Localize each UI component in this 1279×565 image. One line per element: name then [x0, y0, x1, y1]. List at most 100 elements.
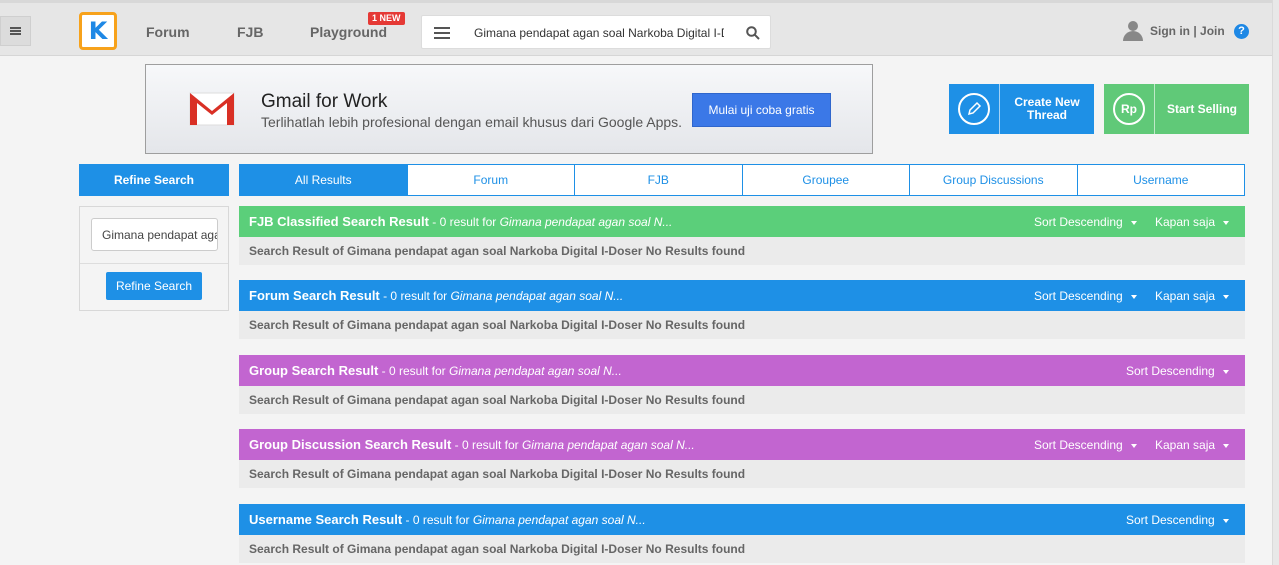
create-thread-label-line2: Thread [1026, 108, 1067, 122]
section-title-text: Group Discussion Search Result [249, 437, 452, 452]
top-navbar: K Forum FJB Playground 1 NEW Gimana pend… [0, 0, 1279, 56]
result-count: - 0 result for [428, 215, 500, 229]
user-icon [1122, 21, 1144, 41]
chevron-down-icon [1130, 443, 1137, 448]
search-input[interactable]: Gimana pendapat agan soal Narkoba Digita… [474, 26, 724, 40]
gmail-logo-icon [189, 92, 235, 126]
scrollbar[interactable] [1272, 0, 1279, 565]
section-title-text: FJB Classified Search Result [249, 214, 429, 229]
time-dropdown[interactable]: Kapan saja [1155, 215, 1230, 229]
chevron-down-icon [1222, 518, 1229, 523]
nav-playground[interactable]: Playground [310, 24, 387, 40]
sort-label: Sort Descending [1126, 364, 1215, 378]
nav-fjb[interactable]: FJB [237, 24, 263, 40]
search-icon[interactable] [746, 26, 760, 40]
result-count: - 0 result for [378, 364, 449, 378]
query-text: Gimana pendapat agan soal N... [449, 364, 622, 378]
chevron-down-icon [1223, 443, 1230, 448]
sort-dropdown[interactable]: Sort Descending [1034, 438, 1137, 452]
query-text: Gimana pendapat agan soal N... [450, 289, 624, 303]
sort-label: Sort Descending [1034, 438, 1123, 452]
tab-group-discussions[interactable]: Group Discussions [909, 165, 1077, 195]
refine-search-panel: Gimana pendapat agan soal Narkoba Digita… [79, 206, 229, 311]
no-results-message: Search Result of Gimana pendapat agan so… [239, 386, 1245, 414]
sign-in-link[interactable]: Sign in | Join [1150, 24, 1225, 38]
tab-fjb[interactable]: FJB [574, 165, 742, 195]
query-text: Gimana pendapat agan soal N... [521, 438, 695, 452]
ad-cta-button[interactable]: Mulai uji coba gratis [692, 93, 831, 127]
no-results-message: Search Result of Gimana pendapat agan so… [239, 237, 1245, 265]
refine-search-header: Refine Search [79, 164, 229, 196]
sort-label: Sort Descending [1126, 513, 1215, 527]
query-text: Gimana pendapat agan soal N... [499, 215, 673, 229]
tab-forum[interactable]: Forum [406, 165, 575, 195]
chevron-down-icon [1223, 220, 1230, 225]
section-header: Group Search Result - 0 result for Giman… [239, 355, 1245, 386]
menu-toggle-button[interactable] [0, 16, 31, 46]
section-title: Group Discussion Search Result - 0 resul… [249, 437, 695, 452]
group-result-section: Group Search Result - 0 result for Giman… [239, 355, 1245, 414]
start-selling-icon-wrap: Rp [1104, 84, 1155, 134]
forum-result-section: Forum Search Result - 0 result for Giman… [239, 280, 1245, 339]
search-bar: Gimana pendapat agan soal Narkoba Digita… [421, 15, 771, 49]
create-thread-button[interactable]: Create New Thread [949, 84, 1094, 134]
section-title: Forum Search Result - 0 result for Giman… [249, 288, 623, 303]
start-selling-label: Start Selling [1166, 101, 1237, 116]
search-category-menu-icon[interactable] [434, 27, 450, 39]
section-header: Group Discussion Search Result - 0 resul… [239, 429, 1245, 460]
sort-dropdown[interactable]: Sort Descending [1126, 364, 1229, 378]
section-title: FJB Classified Search Result - 0 result … [249, 214, 672, 229]
hamburger-icon [10, 27, 21, 35]
section-header: Username Search Result - 0 result for Gi… [239, 504, 1245, 535]
username-result-section: Username Search Result - 0 result for Gi… [239, 504, 1245, 563]
sort-dropdown[interactable]: Sort Descending [1034, 289, 1137, 303]
ad-banner[interactable]: Gmail for Work Terlihatlah lebih profesi… [145, 64, 873, 154]
result-count: - 0 result for [402, 513, 473, 527]
time-dropdown[interactable]: Kapan saja [1155, 289, 1230, 303]
fjb-result-section: FJB Classified Search Result - 0 result … [239, 206, 1245, 265]
no-results-message: Search Result of Gimana pendapat agan so… [239, 460, 1245, 488]
tab-username[interactable]: Username [1076, 165, 1245, 195]
pencil-icon [958, 93, 990, 125]
sort-label: Sort Descending [1034, 215, 1123, 229]
sort-dropdown[interactable]: Sort Descending [1034, 215, 1137, 229]
time-label: Kapan saja [1155, 215, 1216, 229]
logo-k-icon: K [88, 17, 108, 45]
time-label: Kapan saja [1155, 438, 1216, 452]
section-title-text: Forum Search Result [249, 288, 380, 303]
user-area: Sign in | Join [1122, 21, 1225, 41]
refine-search-input[interactable]: Gimana pendapat agan soal Narkoba Digita… [91, 218, 218, 251]
refine-search-button[interactable]: Refine Search [106, 272, 202, 300]
help-icon[interactable]: ? [1234, 24, 1249, 39]
section-title: Username Search Result - 0 result for Gi… [249, 512, 646, 527]
chevron-down-icon [1222, 369, 1229, 374]
section-header: FJB Classified Search Result - 0 result … [239, 206, 1245, 237]
no-results-message: Search Result of Gimana pendapat agan so… [239, 311, 1245, 339]
section-title: Group Search Result - 0 result for Giman… [249, 363, 622, 378]
nav-forum[interactable]: Forum [146, 24, 190, 40]
sort-label: Sort Descending [1034, 289, 1123, 303]
time-dropdown[interactable]: Kapan saja [1155, 438, 1230, 452]
chevron-down-icon [1130, 294, 1137, 299]
create-thread-icon-wrap [949, 84, 1000, 134]
create-thread-label: Create New Thread [1000, 96, 1094, 122]
group-discussion-result-section: Group Discussion Search Result - 0 resul… [239, 429, 1245, 488]
sort-dropdown[interactable]: Sort Descending [1126, 513, 1229, 527]
result-count: - 0 result for [451, 438, 522, 452]
tab-all-results[interactable]: All Results [240, 165, 407, 195]
no-results-message: Search Result of Gimana pendapat agan so… [239, 535, 1245, 563]
section-title-text: Username Search Result [249, 512, 403, 527]
new-badge: 1 NEW [368, 12, 405, 25]
section-header: Forum Search Result - 0 result for Giman… [239, 280, 1245, 311]
time-label: Kapan saja [1155, 289, 1216, 303]
tab-groupee[interactable]: Groupee [741, 165, 910, 195]
chevron-down-icon [1130, 220, 1137, 225]
chevron-down-icon [1223, 294, 1230, 299]
kaskus-logo[interactable]: K [79, 12, 117, 50]
start-selling-button[interactable]: Rp Start Selling [1104, 84, 1249, 134]
result-count: - 0 result for [379, 289, 451, 303]
result-tabs: All Results Forum FJB Groupee Group Disc… [239, 164, 1245, 196]
query-text: Gimana pendapat agan soal N... [472, 513, 646, 527]
divider [80, 263, 228, 264]
ad-title: Gmail for Work [261, 91, 388, 112]
